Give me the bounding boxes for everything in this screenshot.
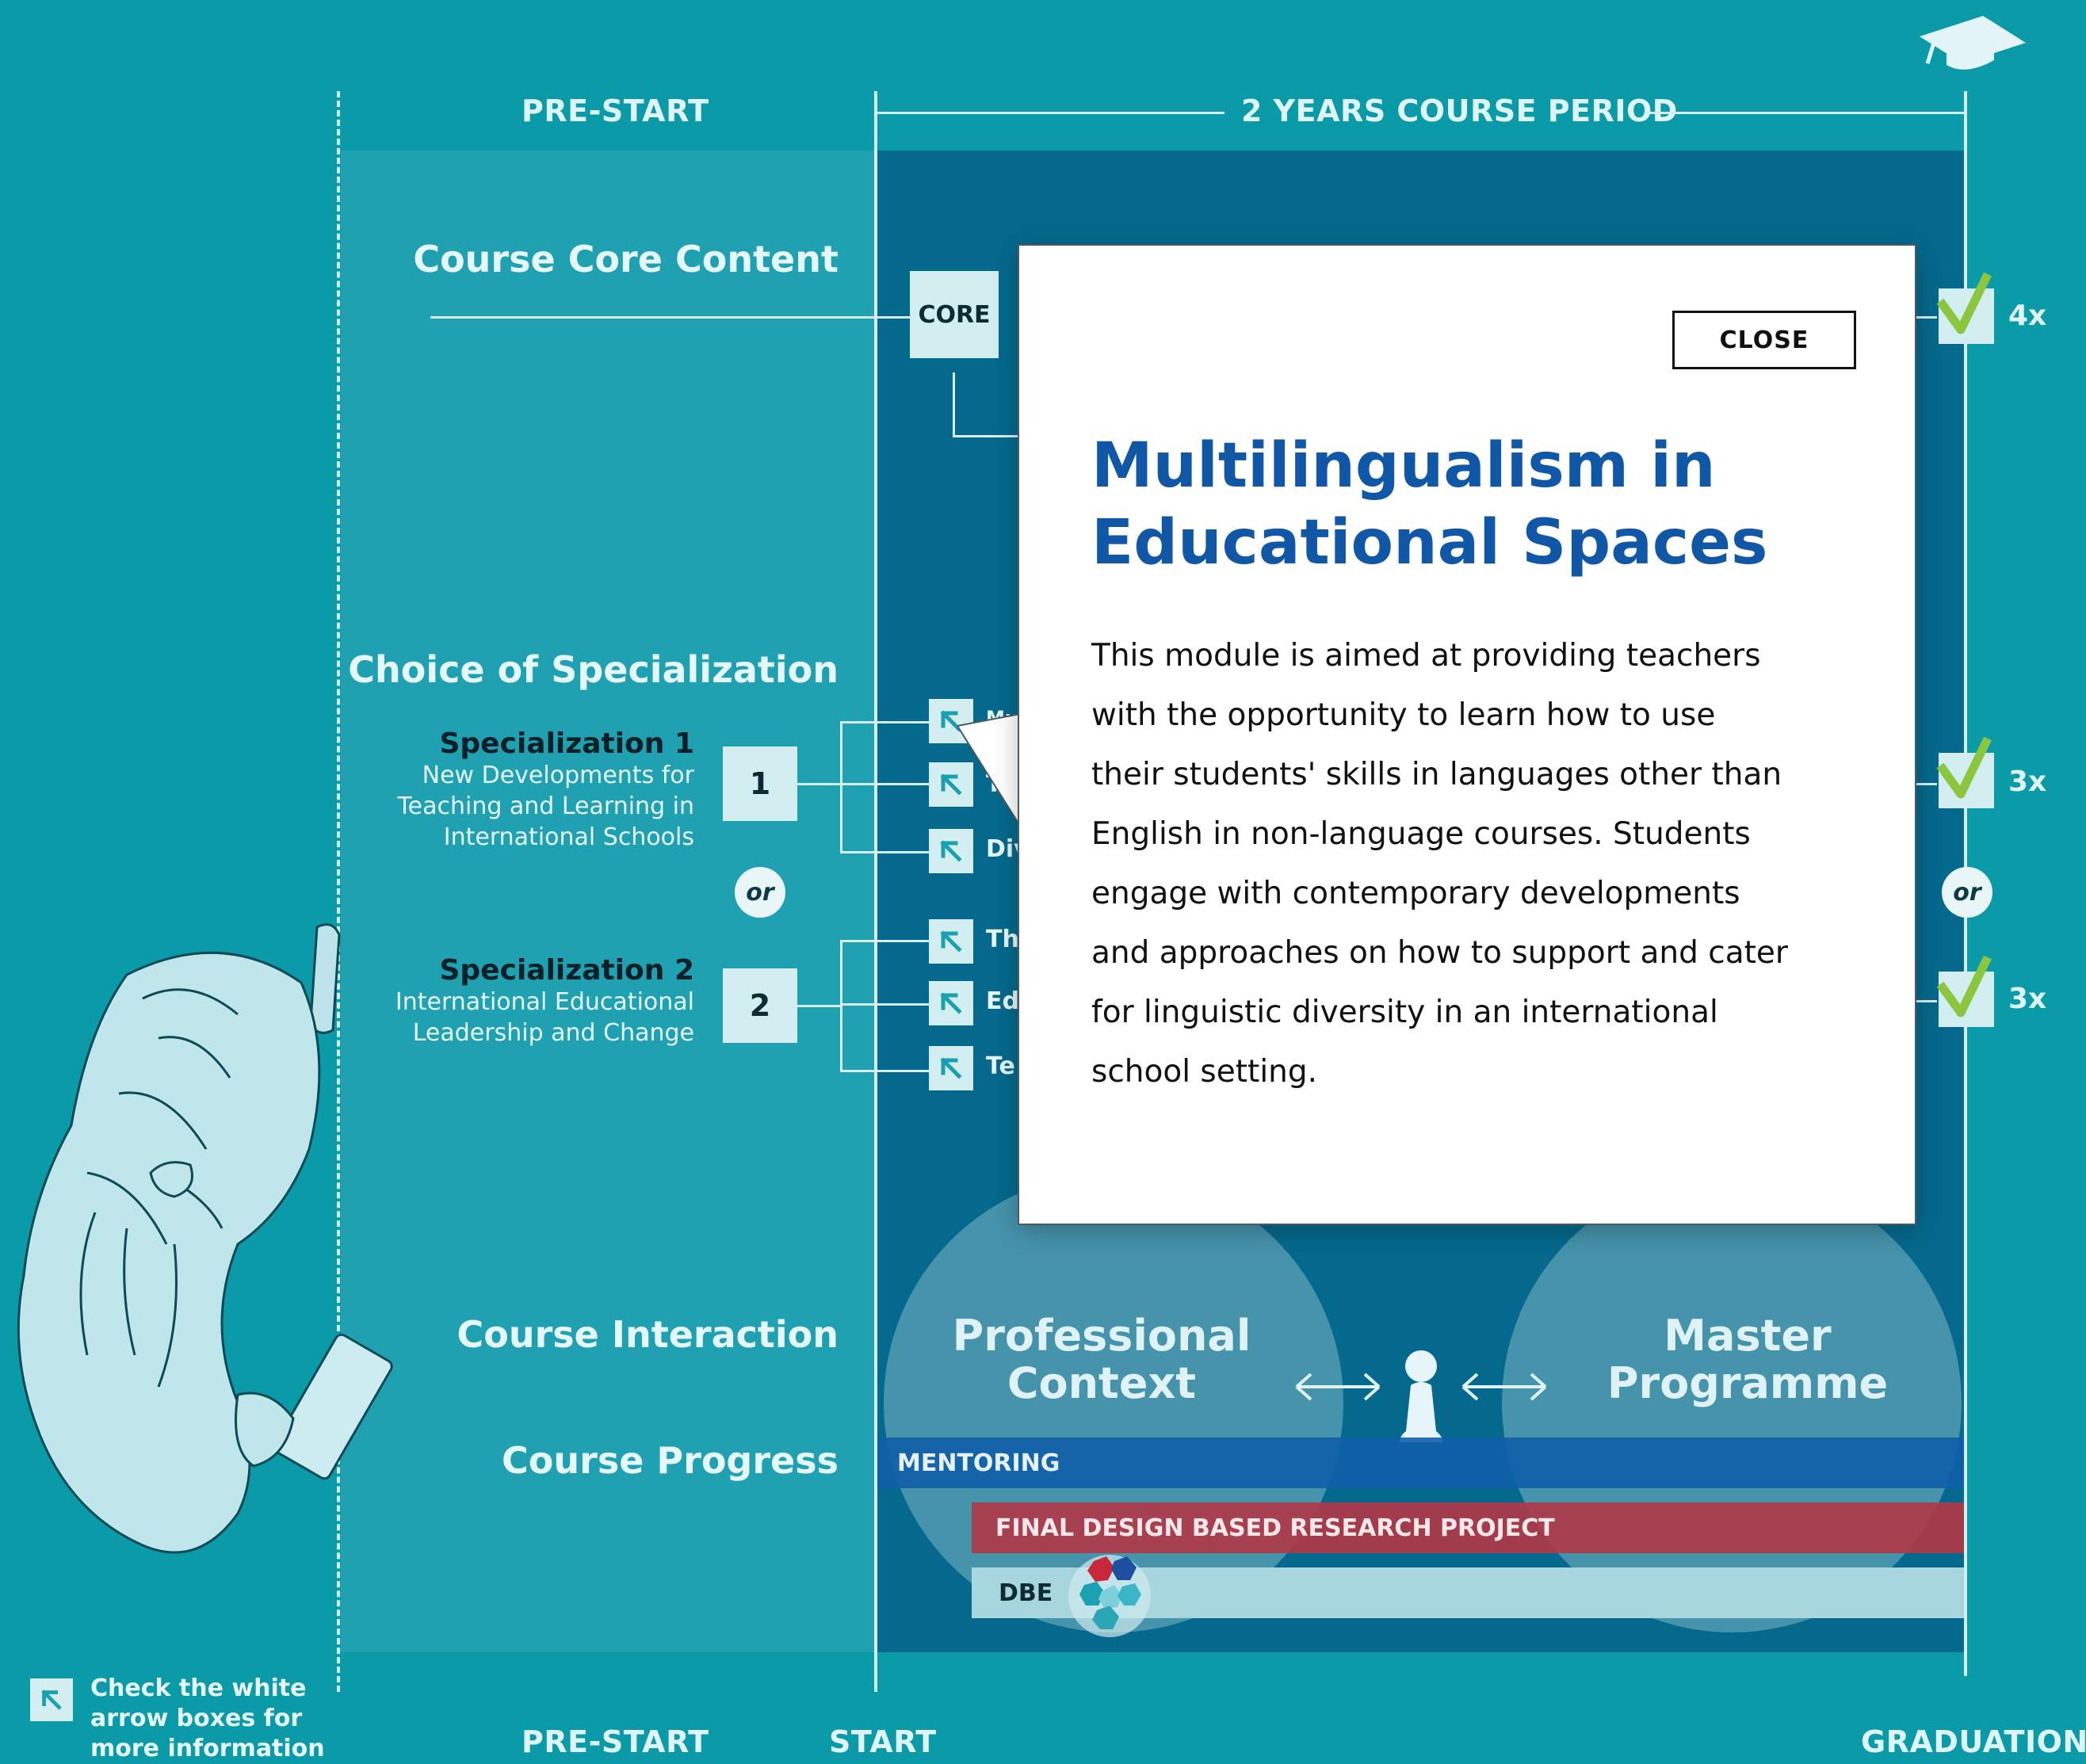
close-button[interactable]: CLOSE [1672, 311, 1856, 369]
mentoring-label: MENTORING [897, 1449, 1060, 1477]
spec2-check-count: 3x [2008, 983, 2047, 1015]
specialization-2-info: Specialization 2 International Education… [395, 954, 694, 1048]
core-box[interactable]: CORE [910, 271, 999, 358]
spec1-branch-1 [840, 721, 929, 724]
modal-pointer [957, 713, 1024, 833]
modal-title: Multilingualism in Educational Spaces [1091, 428, 1844, 582]
legend-line: Check the white [90, 1674, 307, 1702]
core-connector-line [430, 316, 911, 319]
dbe-hexagon-logo [1068, 1555, 1151, 1637]
professional-context-label: Professional Context [943, 1312, 1260, 1407]
spec2-branch-3 [840, 1070, 929, 1072]
header-period-label: 2 YEARS COURSE PERIOD [1241, 94, 1678, 128]
modal-body-line: school setting. [1091, 1054, 1318, 1090]
legend-arrow-box [30, 1678, 73, 1721]
checkmark-icon [1936, 272, 1992, 334]
start-line [874, 91, 877, 1692]
final-project-label: FINAL DESIGN BASED RESEARCH PROJECT [995, 1514, 1555, 1542]
modal-body-line: and approaches on how to support and cat… [1091, 935, 1788, 971]
legend-line: arrow boxes for [90, 1705, 303, 1732]
or-bubble-right: or [1942, 867, 1992, 918]
spec1-check-count: 3x [2008, 766, 2047, 798]
core-box-label: CORE [918, 300, 991, 329]
master-programme-line: Programme [1607, 1358, 1889, 1408]
modal-title-line: Educational Spaces [1091, 507, 1768, 578]
professional-context-line: Context [1007, 1358, 1197, 1408]
specialization-1-number-box[interactable]: 1 [723, 746, 797, 821]
spec2-branch-1 [840, 940, 929, 942]
arrow-up-left-icon [940, 1057, 962, 1079]
spec2-module-2-label-stub: Ed [986, 987, 1019, 1015]
spec1-connector-h [797, 783, 842, 785]
modal-body-line: for linguistic diversity in an internati… [1091, 995, 1718, 1030]
specialization-2-number: 2 [749, 988, 771, 1023]
spec2-connector-v [840, 940, 842, 1071]
specialization-1-title: Specialization 1 [439, 727, 694, 760]
modal-body-line: their students' skills in languages othe… [1091, 757, 1782, 792]
student-illustration [17, 923, 393, 1554]
specialization-2-title: Specialization 2 [439, 954, 694, 987]
spec2-module-3-label-stub: Te [986, 1052, 1015, 1080]
specialization-1-info: Specialization 1 New Developments for Te… [397, 727, 694, 853]
graduation-cap-icon [1915, 11, 2031, 74]
legend-line: more information [90, 1735, 325, 1762]
prestart-panel [341, 151, 876, 1652]
arrow-up-left-icon [940, 840, 962, 862]
footer-start-label: START [829, 1724, 937, 1759]
module-info-modal: CLOSE Multilingualism in Educational Spa… [1018, 244, 1916, 1225]
specialization-1-number: 1 [749, 766, 771, 801]
professional-context-line: Professional [952, 1311, 1251, 1361]
modal-body: This module is aimed at providing teache… [1091, 626, 1852, 1102]
spec2-module-1-arrow-button[interactable] [929, 919, 973, 964]
modal-body-line: English in non-language courses. Student… [1091, 816, 1751, 852]
mentoring-bar: MENTORING [878, 1438, 1964, 1488]
spec1-branch-3 [840, 851, 929, 853]
person-pawn-icon [1400, 1350, 1442, 1442]
or-bubble-left: or [735, 867, 785, 918]
spec1-connector-v [840, 721, 842, 853]
specialization-2-number-box[interactable]: 2 [723, 968, 797, 1043]
arrow-up-left-icon [940, 992, 962, 1014]
core-branch-line-vertical [953, 372, 955, 437]
master-programme-line: Master [1664, 1311, 1832, 1361]
modal-body-line: This module is aimed at providing teache… [1091, 638, 1761, 674]
dbe-label: DBE [999, 1579, 1053, 1607]
specialization-2-desc-line: Leadership and Change [412, 1019, 694, 1047]
spec2-module-2-arrow-button[interactable] [929, 981, 973, 1025]
spec2-module-3-arrow-button[interactable] [929, 1046, 973, 1090]
double-arrow-left-icon [1295, 1373, 1381, 1401]
spec1-branch-2 [840, 783, 929, 785]
arrow-up-left-icon [940, 930, 962, 953]
modal-title-line: Multilingualism in [1091, 430, 1716, 502]
core-branch-line-horizontal [953, 435, 1024, 437]
specialization-1-desc-line: International Schools [443, 823, 694, 851]
modal-body-line: with the opportunity to learn how to use [1091, 697, 1716, 733]
spec2-branch-2 [840, 1003, 929, 1006]
footer-graduation-label: GRADUATION [1861, 1724, 2086, 1759]
period-line-right [1645, 112, 1966, 114]
spec2-connector-h [797, 1005, 842, 1007]
section-title-course-progress: Course Progress [502, 1439, 839, 1482]
footer-prestart-label: PRE-START [522, 1724, 709, 1759]
double-arrow-right-icon [1461, 1373, 1547, 1401]
specialization-2-desc-line: International Educational [395, 988, 694, 1016]
legend-text: Check the white arrow boxes for more inf… [90, 1674, 325, 1764]
section-title-course-interaction: Course Interaction [457, 1313, 839, 1356]
spec2-module-1-label-stub: Th [986, 926, 1019, 953]
header-prestart-label: PRE-START [522, 94, 709, 128]
master-programme-label: Master Programme [1589, 1312, 1906, 1407]
modal-body-line: engage with contemporary developments [1091, 876, 1740, 911]
section-title-choice-specialization: Choice of Specialization [348, 648, 839, 691]
checkmark-icon [1936, 955, 1992, 1018]
arrow-up-left-icon [41, 1690, 62, 1710]
specialization-1-desc-line: New Developments for [422, 762, 694, 789]
checkmark-icon [1936, 736, 1992, 799]
core-check-count: 4x [2008, 300, 2047, 332]
specialization-1-desc-line: Teaching and Learning in [397, 792, 694, 820]
final-project-bar: FINAL DESIGN BASED RESEARCH PROJECT [972, 1502, 1964, 1553]
period-line-left [876, 112, 1224, 114]
section-title-core-content: Course Core Content [413, 238, 839, 281]
